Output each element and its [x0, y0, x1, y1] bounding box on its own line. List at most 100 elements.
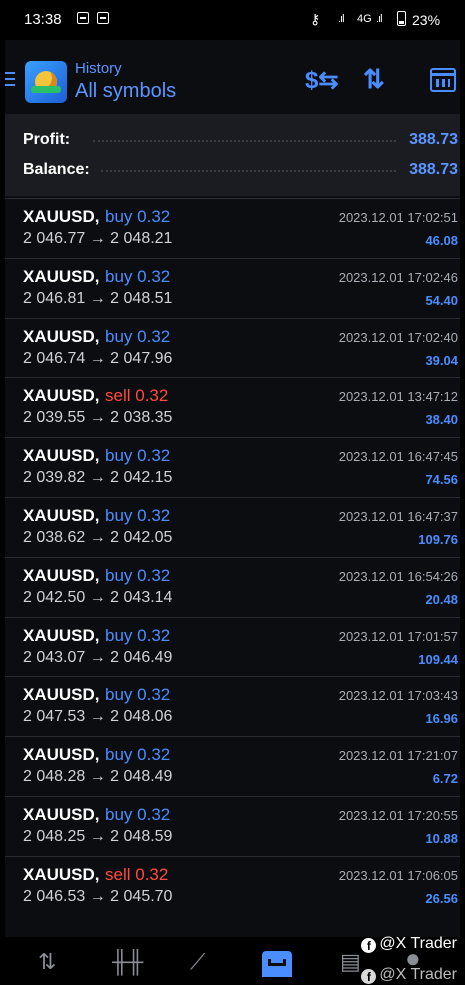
deal-profit: 46.08: [425, 233, 458, 248]
deal-time: 2023.12.01 13:47:12: [338, 389, 458, 405]
deal-row[interactable]: XAUUSD, buy 0.32 2 042.50 → 2 043.14 2023.1…: [5, 556, 460, 617]
deal-volume: 0.32: [137, 804, 171, 824]
app-logo[interactable]: [25, 61, 67, 103]
deal-row[interactable]: XAUUSD, buy 0.32 2 046.77 → 2 048.21 2023.1…: [5, 198, 460, 258]
status-bar: 13:38 ⚷ .ıl 4G .ıl 23%: [0, 0, 465, 40]
deal-time: 2023.12.01 17:06:05: [338, 867, 458, 883]
deal-row[interactable]: XAUUSD, buy 0.32 2 046.81 → 2 048.51 2023.1…: [5, 257, 460, 318]
profit-value: 388.73: [409, 131, 458, 148]
deal-time: 2023.12.01 16:54:26: [338, 568, 458, 584]
deal-volume: 0.32: [135, 864, 169, 884]
deal-profit: 109.76: [418, 531, 458, 547]
notification-icon: [77, 12, 89, 24]
network-type: 4G: [357, 13, 372, 25]
deal-side-volume: buy 0.32: [105, 745, 170, 765]
divider: [93, 140, 396, 142]
signal-icon-2: .ıl: [376, 13, 382, 25]
deal-volume: 0.32: [137, 207, 171, 226]
deal-side: buy: [105, 685, 133, 705]
deal-side-volume: buy 0.32: [105, 805, 170, 825]
deal-symbol: XAUUSD,: [23, 565, 100, 585]
deal-profit: 39.04: [425, 352, 458, 368]
calendar-icon[interactable]: [430, 68, 456, 92]
header-subtitle: History: [75, 60, 122, 77]
deal-symbol: XAUUSD,: [23, 505, 100, 525]
deal-side: buy: [105, 446, 133, 466]
deal-symbol: XAUUSD,: [23, 266, 100, 286]
deal-row[interactable]: XAUUSD, buy 0.32 2 043.07 → 2 046.49 2023.1…: [5, 616, 460, 677]
deal-side-volume: sell 0.32: [105, 386, 168, 406]
deal-row[interactable]: XAUUSD, buy 0.32 2 038.62 → 2 042.05 2023.1…: [5, 496, 460, 557]
deal-time: 2023.12.01 17:02:46: [338, 269, 458, 285]
quotes-icon[interactable]: ⇅: [38, 949, 56, 975]
news-icon[interactable]: ▤: [340, 949, 361, 975]
profit-label: Profit:: [23, 131, 71, 148]
deal-row[interactable]: XAUUSD, buy 0.32 2 048.28 → 2 048.49 2023.1…: [5, 736, 460, 796]
chart-icon[interactable]: ╫╫: [112, 949, 143, 975]
battery-percent: 23%: [412, 12, 441, 28]
battery-icon: [397, 11, 406, 26]
deal-time: 2023.12.01 17:01:57: [338, 628, 458, 644]
balance-value: 388.73: [409, 161, 458, 178]
currency-filter-icon[interactable]: $⇆: [305, 66, 338, 95]
facebook-icon: f: [361, 938, 377, 953]
deal-volume: 0.32: [135, 386, 169, 406]
deal-volume: 0.32: [137, 266, 171, 286]
deal-side: buy: [105, 565, 133, 585]
watermark-text: @X Trader: [379, 966, 457, 983]
deal-volume: 0.32: [137, 565, 171, 585]
deal-row[interactable]: XAUUSD, buy 0.32 2 048.25 → 2 048.59 2023.1…: [5, 795, 460, 856]
deal-profit: 6.72: [432, 771, 458, 787]
deal-prices: 2 039.55 → 2 038.35: [23, 409, 173, 427]
deal-volume: 0.32: [137, 446, 171, 466]
deal-prices: 2 046.77 → 2 048.21: [23, 230, 173, 247]
deal-profit: 20.48: [425, 591, 458, 607]
deal-row[interactable]: XAUUSD, buy 0.32 2 046.74 → 2 047.96 2023.1…: [5, 317, 460, 378]
deal-row[interactable]: XAUUSD, buy 0.32 2 047.53 → 2 048.06 2023.1…: [5, 676, 460, 737]
app-header: History All symbols $⇆ ⇅: [5, 40, 460, 114]
signal-icon: .ıl: [338, 13, 344, 25]
deal-symbol: XAUUSD,: [23, 745, 100, 765]
deal-symbol: XAUUSD,: [23, 446, 100, 466]
sim-icon: [97, 12, 109, 24]
deal-profit: 26.56: [425, 890, 458, 906]
profit-row: Profit: 388.73: [5, 126, 460, 156]
deal-prices: 2 046.81 → 2 048.51: [23, 289, 173, 307]
deal-symbol: XAUUSD,: [23, 386, 100, 406]
deal-prices: 2 046.74 → 2 047.96: [23, 349, 173, 367]
deal-symbol: XAUUSD,: [23, 625, 100, 645]
deal-time: 2023.12.01 17:02:51: [338, 210, 458, 225]
deal-side-volume: buy 0.32: [105, 207, 170, 227]
deal-prices: 2 048.25 → 2 048.59: [23, 827, 173, 845]
deal-prices: 2 046.53 → 2 045.70: [23, 887, 173, 905]
deal-side: buy: [105, 505, 133, 525]
deal-time: 2023.12.01 16:47:45: [338, 449, 458, 465]
deal-time: 2023.12.01 17:03:43: [338, 688, 458, 704]
deal-time: 2023.12.01 17:20:55: [338, 807, 458, 823]
key-icon: ⚷: [310, 11, 321, 27]
deals-list: XAUUSD, buy 0.32 2 046.77 → 2 048.21 2023.1…: [5, 198, 460, 916]
deal-symbol: XAUUSD,: [23, 804, 100, 824]
deal-volume: 0.32: [137, 505, 171, 525]
deal-volume: 0.32: [137, 745, 171, 765]
balance-row: Balance: 388.73: [5, 156, 460, 186]
deal-prices: 2 039.82 → 2 042.15: [23, 469, 173, 487]
deal-volume: 0.32: [137, 685, 171, 705]
deal-row[interactable]: XAUUSD, sell 0.32 2 046.53 → 2 045.70 2023.…: [5, 855, 460, 916]
deal-prices: 2 043.07 → 2 046.49: [23, 648, 173, 666]
deal-prices: 2 047.53 → 2 048.06: [23, 708, 173, 726]
deal-side-volume: buy 0.32: [105, 327, 170, 347]
history-icon[interactable]: [262, 951, 292, 977]
menu-icon[interactable]: [5, 72, 15, 90]
deal-row[interactable]: XAUUSD, buy 0.32 2 039.82 → 2 042.15 2023.1…: [5, 437, 460, 497]
header-title[interactable]: All symbols: [75, 80, 176, 103]
sort-icon[interactable]: ⇅: [363, 64, 385, 95]
trade-icon[interactable]: ⟋: [190, 949, 205, 975]
deal-side-volume: buy 0.32: [105, 685, 170, 705]
deal-side-volume: sell 0.32: [105, 865, 168, 885]
deal-side-volume: buy 0.32: [105, 626, 170, 646]
deal-profit: 109.44: [418, 651, 458, 667]
deal-side: buy: [105, 625, 133, 645]
deal-row[interactable]: XAUUSD, sell 0.32 2 039.55 → 2 038.35 2023.…: [5, 377, 460, 438]
deal-profit: 54.40: [425, 292, 458, 308]
